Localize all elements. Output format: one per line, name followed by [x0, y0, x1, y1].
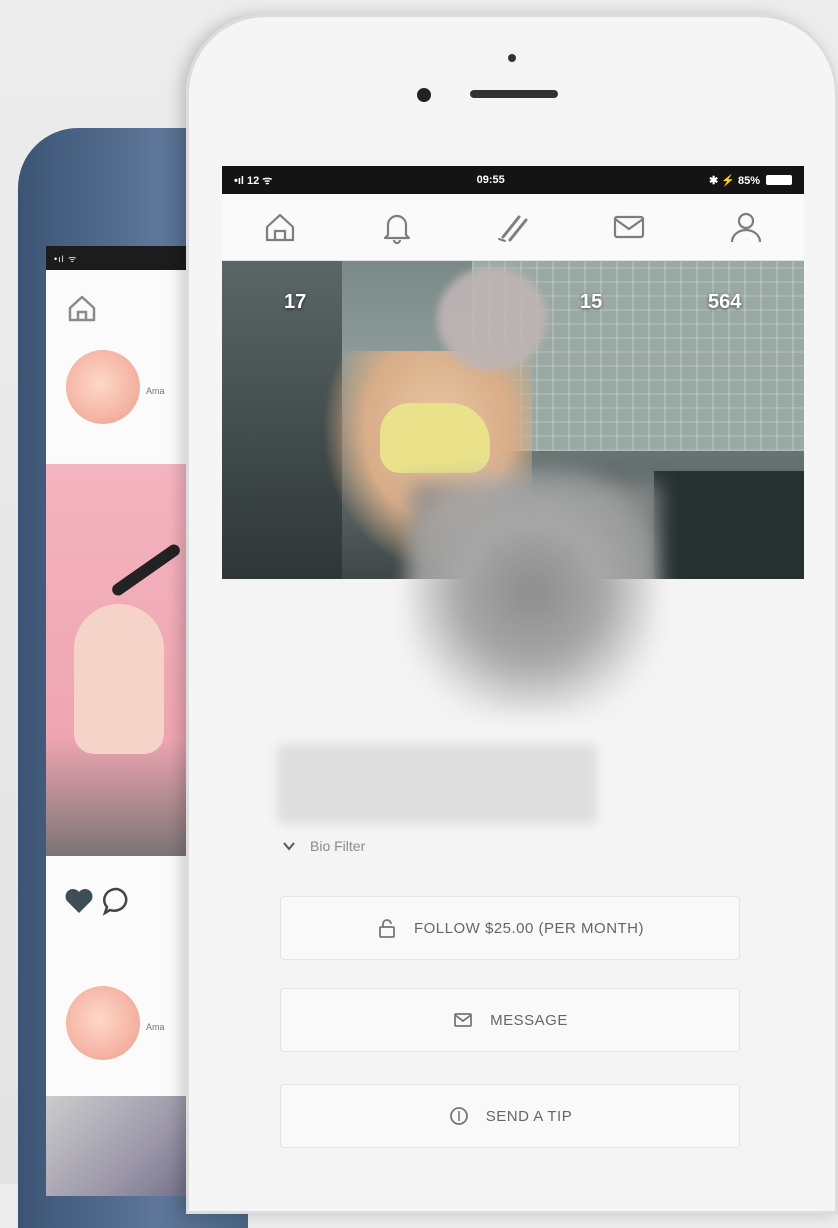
- status-time: 09:55: [476, 174, 505, 186]
- battery-text: ✱ ⚡ 85%: [708, 174, 760, 187]
- nav-messages[interactable]: [599, 202, 659, 252]
- carrier-signal: •ıl 12 ᯤ: [234, 174, 273, 187]
- send-tip-button-label: SEND A TIP: [485, 1107, 573, 1125]
- status-bar: •ıl 12 ᯤ 09:55 ✱ ⚡ 85%: [222, 166, 804, 194]
- post-image[interactable]: [46, 1096, 196, 1196]
- avatar[interactable]: [66, 986, 140, 1060]
- dollar-icon: [449, 1107, 468, 1125]
- user-icon: [730, 212, 761, 243]
- post-author[interactable]: Ama: [146, 1022, 165, 1032]
- heart-icon[interactable]: [64, 887, 94, 915]
- nav-profile[interactable]: [716, 202, 776, 252]
- home-icon: [266, 213, 295, 242]
- home-icon[interactable]: [64, 290, 100, 326]
- post-image[interactable]: [46, 464, 196, 856]
- message-button-label: MESSAGE: [490, 1011, 568, 1029]
- comment-icon[interactable]: [102, 886, 132, 916]
- profile-stat: 564: [708, 291, 742, 313]
- earpiece: [470, 90, 558, 98]
- mail-icon: [454, 1013, 473, 1027]
- hand-graphic: [74, 604, 164, 754]
- send-tip-button[interactable]: SEND A TIP: [280, 1084, 740, 1148]
- lock-icon: [379, 919, 395, 938]
- battery-icon: [765, 175, 792, 185]
- chevron-down-icon: [283, 842, 295, 851]
- profile-stat: 17: [284, 291, 307, 313]
- compose-icon: [497, 215, 528, 242]
- cover-figure-top: [380, 403, 490, 473]
- back-phone-screen: •ıl ᯤ Ama Ama: [46, 246, 196, 1196]
- back-status-bar: •ıl ᯤ: [46, 246, 196, 270]
- front-camera: [508, 54, 516, 62]
- post-author[interactable]: Ama: [146, 386, 165, 396]
- mail-icon: [614, 215, 645, 239]
- status-indicators: ✱ ⚡ 85%: [709, 174, 792, 187]
- bio-toggle[interactable]: Bio Filter: [282, 838, 365, 854]
- nav-bar: [222, 194, 804, 261]
- profile-stat: 15: [580, 291, 603, 313]
- nav-create[interactable]: [483, 202, 543, 252]
- follow-button-label: FOLLOW $25.00 (PER MONTH): [413, 919, 645, 937]
- post-actions: [64, 886, 132, 916]
- avatar[interactable]: [66, 350, 140, 424]
- message-button[interactable]: MESSAGE: [280, 988, 740, 1052]
- profile-name-blurred: [277, 744, 597, 824]
- profile-avatar-blurred: [407, 466, 657, 716]
- nav-notifications[interactable]: [367, 202, 427, 252]
- nav-home[interactable]: [250, 202, 310, 252]
- bio-toggle-label: Bio Filter: [310, 838, 366, 854]
- bell-icon: [383, 214, 410, 245]
- cover-door: [654, 471, 804, 579]
- front-sensor: [417, 88, 431, 102]
- follow-button[interactable]: FOLLOW $25.00 (PER MONTH): [280, 896, 740, 960]
- brush-graphic: [109, 542, 183, 598]
- phone-screen: •ıl 12 ᯤ 09:55 ✱ ⚡ 85% 17 15 564 Bio Fil…: [222, 166, 804, 1196]
- blurred-region: [437, 267, 547, 371]
